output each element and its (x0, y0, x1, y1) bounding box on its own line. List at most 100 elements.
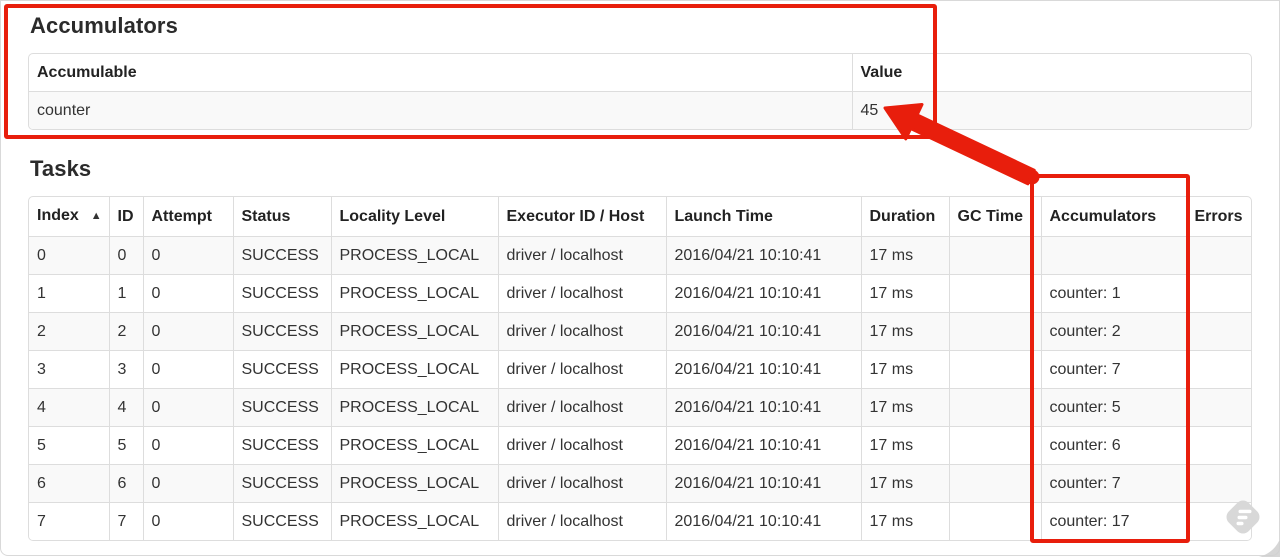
task-id-cell: 6 (108, 464, 143, 503)
task-executor-cell: driver / localhost (497, 350, 666, 389)
task-locality-cell: PROCESS_LOCAL (330, 388, 498, 427)
tasks-section: Tasks Index ▲ ID Attempt Status Locality … (28, 156, 1252, 541)
task-errors-cell (1185, 502, 1251, 540)
task-executor-cell: driver / localhost (497, 464, 666, 503)
task-errors-cell (1185, 312, 1251, 351)
task-id-cell: 1 (108, 274, 143, 313)
task-accumulators-cell: counter: 2 (1040, 312, 1186, 351)
task-id-cell: 2 (108, 312, 143, 351)
task-id-cell: 0 (108, 236, 143, 275)
task-gc-time-cell (948, 426, 1041, 465)
task-row: 2 2 0 SUCCESS PROCESS_LOCAL driver / loc… (29, 312, 1251, 351)
task-launch-time-cell: 2016/04/21 10:10:41 (665, 388, 861, 427)
task-duration-cell: 17 ms (860, 312, 949, 351)
task-status-cell: SUCCESS (232, 426, 331, 465)
task-row: 1 1 0 SUCCESS PROCESS_LOCAL driver / loc… (29, 274, 1251, 313)
task-launch-time-cell: 2016/04/21 10:10:41 (665, 464, 861, 503)
column-header-accumulable: Accumulable (37, 64, 137, 81)
task-locality-cell: PROCESS_LOCAL (330, 236, 498, 275)
task-gc-time-cell (948, 312, 1041, 351)
page-content: Accumulators Accumulable Value counter 4… (1, 1, 1279, 541)
column-header-launch-time[interactable]: Launch Time (665, 197, 861, 237)
accumulable-row: counter 45 (29, 91, 1251, 129)
task-errors-cell (1185, 464, 1251, 503)
column-header-id[interactable]: ID (108, 197, 143, 237)
task-accumulators-cell: counter: 17 (1040, 502, 1186, 540)
task-row: 6 6 0 SUCCESS PROCESS_LOCAL driver / loc… (29, 464, 1251, 503)
task-launch-time-cell: 2016/04/21 10:10:41 (665, 236, 861, 275)
task-locality-cell: PROCESS_LOCAL (330, 502, 498, 540)
task-attempt-cell: 0 (142, 502, 233, 540)
column-header-attempt[interactable]: Attempt (142, 197, 233, 237)
task-gc-time-cell (948, 388, 1041, 427)
task-errors-cell (1185, 426, 1251, 465)
task-status-cell: SUCCESS (232, 236, 331, 275)
task-launch-time-cell: 2016/04/21 10:10:41 (665, 274, 861, 313)
task-status-cell: SUCCESS (232, 350, 331, 389)
accumulators-table: Accumulable Value counter 45 (28, 53, 1252, 130)
task-locality-cell: PROCESS_LOCAL (330, 312, 498, 351)
task-executor-cell: driver / localhost (497, 426, 666, 465)
task-accumulators-cell (1040, 236, 1186, 275)
task-index-cell: 0 (29, 236, 109, 275)
task-duration-cell: 17 ms (860, 388, 949, 427)
task-row: 7 7 0 SUCCESS PROCESS_LOCAL driver / loc… (29, 502, 1251, 540)
task-attempt-cell: 0 (142, 274, 233, 313)
column-header-index[interactable]: Index ▲ (29, 197, 109, 237)
task-launch-time-cell: 2016/04/21 10:10:41 (665, 312, 861, 351)
tasks-heading: Tasks (30, 156, 92, 181)
task-index-cell: 7 (29, 502, 109, 540)
task-launch-time-cell: 2016/04/21 10:10:41 (665, 502, 861, 540)
task-gc-time-cell (948, 350, 1041, 389)
task-locality-cell: PROCESS_LOCAL (330, 426, 498, 465)
tasks-table: Index ▲ ID Attempt Status Locality Level … (28, 196, 1252, 541)
task-errors-cell (1185, 388, 1251, 427)
task-accumulators-cell: counter: 1 (1040, 274, 1186, 313)
task-status-cell: SUCCESS (232, 464, 331, 503)
task-attempt-cell: 0 (142, 312, 233, 351)
task-executor-cell: driver / localhost (497, 274, 666, 313)
task-locality-cell: PROCESS_LOCAL (330, 350, 498, 389)
column-header-executor-id-host[interactable]: Executor ID / Host (497, 197, 666, 237)
task-launch-time-cell: 2016/04/21 10:10:41 (665, 426, 861, 465)
task-executor-cell: driver / localhost (497, 502, 666, 540)
task-row: 3 3 0 SUCCESS PROCESS_LOCAL driver / loc… (29, 350, 1251, 389)
task-accumulators-cell: counter: 7 (1040, 350, 1186, 389)
task-index-cell: 1 (29, 274, 109, 313)
spark-stage-page: { "annotation_color": "#e81e0c", "accumu… (0, 0, 1280, 557)
task-gc-time-cell (948, 236, 1041, 275)
task-accumulators-cell: counter: 6 (1040, 426, 1186, 465)
task-executor-cell: driver / localhost (497, 236, 666, 275)
task-duration-cell: 17 ms (860, 426, 949, 465)
task-executor-cell: driver / localhost (497, 312, 666, 351)
task-id-cell: 7 (108, 502, 143, 540)
task-errors-cell (1185, 350, 1251, 389)
task-accumulators-cell: counter: 7 (1040, 464, 1186, 503)
column-header-status[interactable]: Status (232, 197, 331, 237)
column-header-accumulators[interactable]: Accumulators (1040, 197, 1186, 237)
column-header-duration[interactable]: Duration (860, 197, 949, 237)
task-locality-cell: PROCESS_LOCAL (330, 274, 498, 313)
accumulable-name-cell: counter (29, 91, 852, 129)
task-row: 5 5 0 SUCCESS PROCESS_LOCAL driver / loc… (29, 426, 1251, 465)
task-duration-cell: 17 ms (860, 502, 949, 540)
column-header-gc-time[interactable]: GC Time (948, 197, 1041, 237)
task-accumulators-cell: counter: 5 (1040, 388, 1186, 427)
task-status-cell: SUCCESS (232, 312, 331, 351)
task-status-cell: SUCCESS (232, 502, 331, 540)
task-locality-cell: PROCESS_LOCAL (330, 464, 498, 503)
task-gc-time-cell (948, 502, 1041, 540)
column-header-index-label: Index (37, 207, 79, 224)
task-errors-cell (1185, 274, 1251, 313)
task-gc-time-cell (948, 274, 1041, 313)
task-id-cell: 5 (108, 426, 143, 465)
column-header-errors[interactable]: Errors (1185, 197, 1251, 237)
task-index-cell: 3 (29, 350, 109, 389)
task-id-cell: 4 (108, 388, 143, 427)
accumulable-value-cell: 45 (851, 91, 1251, 129)
task-index-cell: 5 (29, 426, 109, 465)
column-header-locality-level[interactable]: Locality Level (330, 197, 498, 237)
task-index-cell: 4 (29, 388, 109, 427)
task-gc-time-cell (948, 464, 1041, 503)
task-attempt-cell: 0 (142, 426, 233, 465)
